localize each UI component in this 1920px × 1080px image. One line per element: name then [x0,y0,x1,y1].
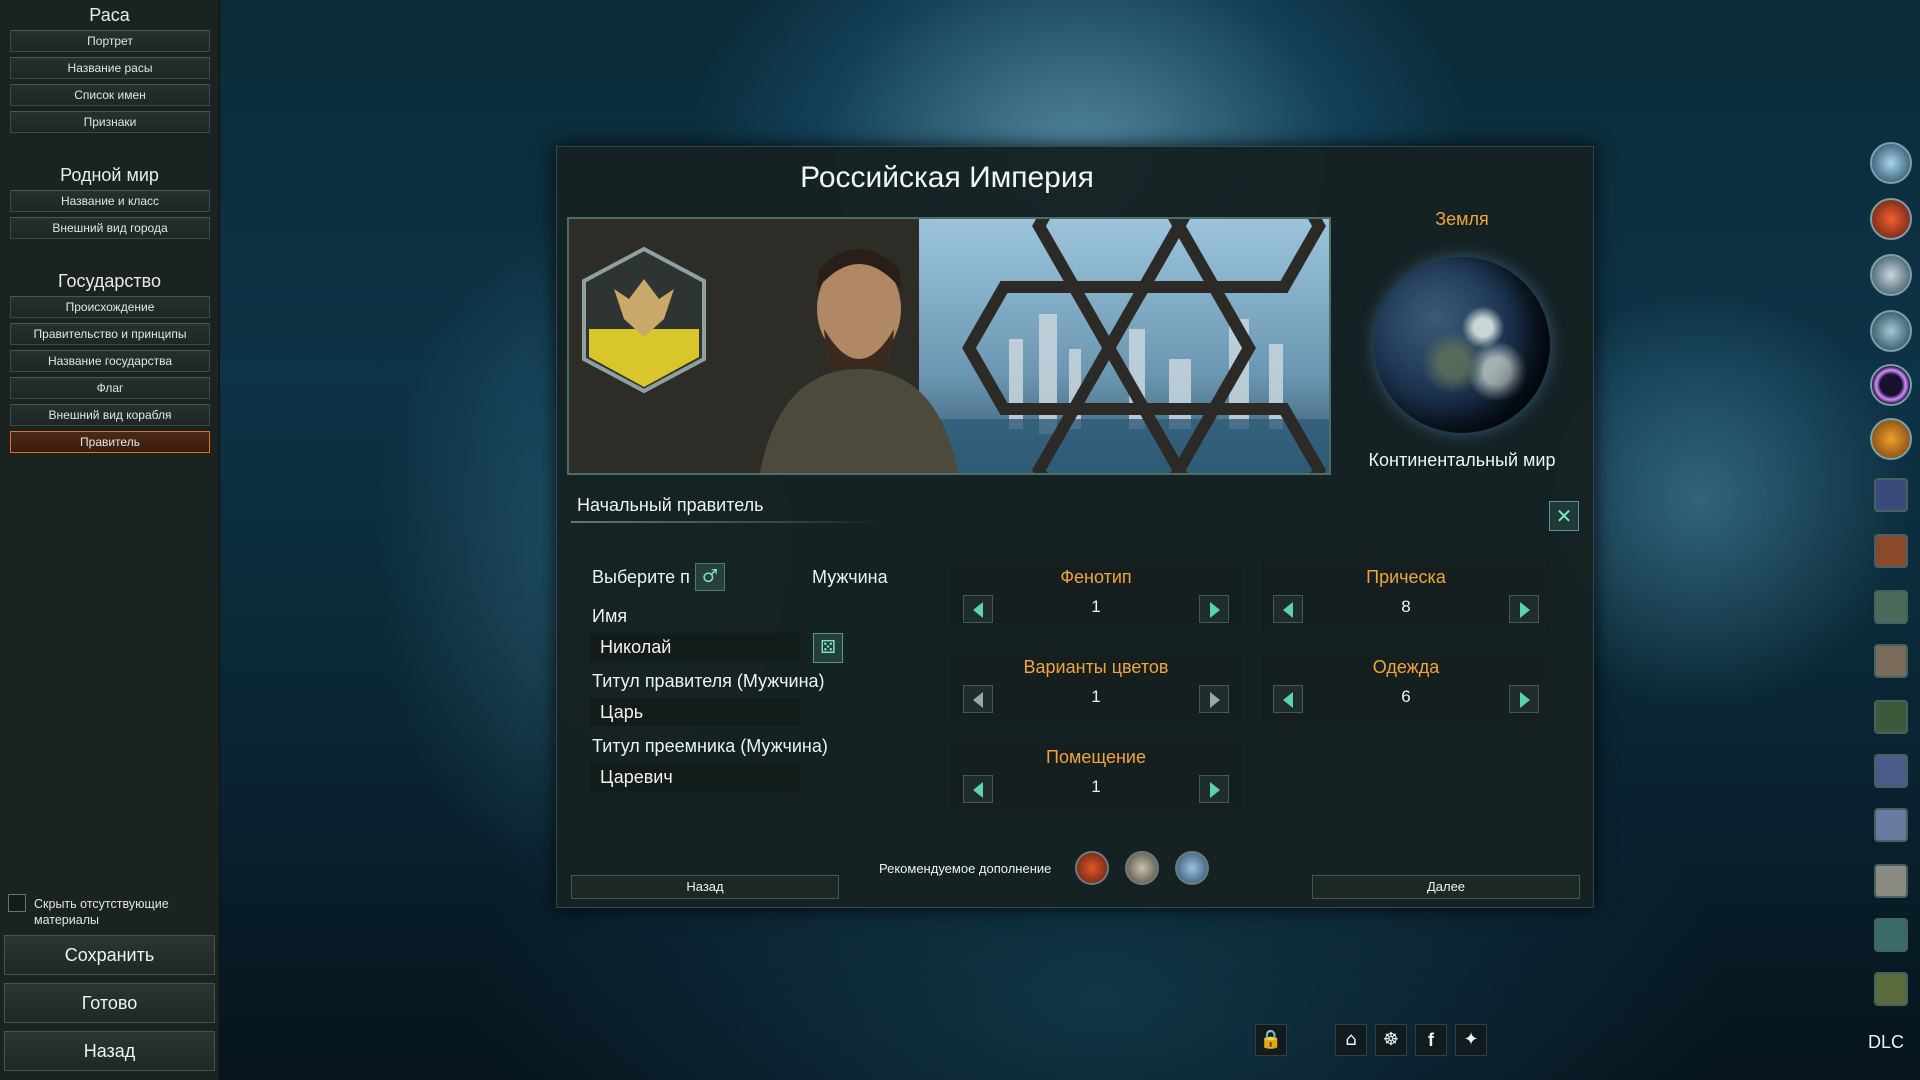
next-hairstyle-button[interactable] [1509,595,1539,623]
home-icon[interactable]: ⌂ [1335,1024,1367,1056]
selector-value: 6 [1401,687,1411,706]
species-pack-icon-7[interactable] [1874,808,1908,842]
section-title-species: Раса [89,5,130,25]
planet-name: Земля [1435,209,1489,229]
planet-class: Континентальный мир [1368,450,1556,470]
heir-title-label: Титул преемника (Мужчина) [592,736,828,756]
hide-missing-label: Скрыть отсутствующие материалы [34,897,169,927]
species-pack-icon-3[interactable] [1874,590,1908,624]
sidebar-item-flag[interactable]: Флаг [10,377,210,399]
gender-value: Мужчина [812,567,888,587]
lock-icon[interactable]: 🔒 [1255,1024,1287,1056]
gender-toggle-button[interactable]: ♂ [695,563,725,591]
sidebar-item-portrait[interactable]: Портрет [10,30,210,52]
dice-icon: ⚄ [820,637,836,658]
close-icon: ✕ [1555,504,1573,528]
sidebar: Раса Портрет Название расы Список имен П… [0,0,220,1080]
sidebar-section-empire: Государство Происхождение Правительство … [0,266,219,453]
selector-title: Помещение [1046,747,1146,767]
species-pack-icon-6[interactable] [1874,754,1908,788]
color-variant-selector: Варианты цветов 1 [951,651,1241,721]
dlc-icon-5[interactable] [1870,364,1912,406]
twitter-icon[interactable]: ✦ [1455,1024,1487,1056]
sidebar-item-empire-name[interactable]: Название государства [10,350,210,372]
save-button[interactable]: Сохранить [4,935,215,975]
facebook-icon[interactable]: f [1415,1024,1447,1056]
sidebar-item-origin[interactable]: Происхождение [10,296,210,318]
sidebar-back-button[interactable]: Назад [4,1031,215,1071]
empire-creation-panel: Российская Империя Земля Континентальный… [556,146,1594,908]
selector-value: 1 [1091,597,1101,616]
dlc-leviathans-icon[interactable] [1075,851,1109,885]
species-pack-icon-1[interactable] [1874,478,1908,512]
section-title-homeworld: Родной мир [60,165,159,185]
sidebar-item-species-name[interactable]: Название расы [10,57,210,79]
dlc-humanoids-icon[interactable] [1125,851,1159,885]
dlc-icon-2[interactable] [1870,198,1912,240]
species-pack-icon-9[interactable] [1874,918,1908,952]
sidebar-section-species: Раса Портрет Название расы Список имен П… [0,0,219,133]
sidebar-section-homeworld: Родной мир Название и класс Внешний вид … [0,160,219,239]
hide-missing-toggle[interactable]: Скрыть отсутствующие материалы [8,894,213,928]
name-field[interactable]: Николай [590,633,800,661]
species-pack-icon-8[interactable] [1874,864,1908,898]
close-button[interactable]: ✕ [1549,501,1579,531]
selector-title: Фенотип [1060,567,1132,587]
next-phenotype-button[interactable] [1199,595,1229,623]
sidebar-item-traits[interactable]: Признаки [10,111,210,133]
selector-title: Варианты цветов [1023,657,1169,677]
dlc-utopia-icon[interactable] [1175,851,1209,885]
selector-title: Одежда [1372,657,1440,677]
sidebar-item-ruler[interactable]: Правитель [10,431,210,453]
next-room-button[interactable] [1199,775,1229,803]
ruler-banner [567,217,1331,475]
species-pack-icon-4[interactable] [1874,644,1908,678]
section-title-empire: Государство [57,271,162,291]
ruler-title-field[interactable]: Царь [590,698,800,726]
back-button[interactable]: Назад [571,875,839,899]
clothes-selector: Одежда 6 [1261,651,1551,721]
phenotype-selector: Фенотип 1 [951,561,1241,631]
heir-title-field[interactable]: Царевич [590,763,800,791]
sidebar-item-government-ethics[interactable]: Правительство и принципы [10,323,210,345]
species-pack-icon-2[interactable] [1874,534,1908,568]
dlc-icon-3[interactable] [1870,254,1912,296]
next-clothes-button[interactable] [1509,685,1539,713]
species-pack-icon-5[interactable] [1874,700,1908,734]
male-gender-icon: ♂ [701,566,719,587]
ruler-title-label: Титул правителя (Мужчина) [592,671,825,691]
done-button[interactable]: Готово [4,983,215,1023]
paradox-icon[interactable]: ☸ [1375,1024,1407,1056]
homeworld-planet-image [1374,257,1550,433]
name-label: Имя [592,606,628,626]
sidebar-item-city-appearance[interactable]: Внешний вид города [10,217,210,239]
random-name-button[interactable]: ⚄ [813,633,843,663]
species-pack-icon-10[interactable] [1874,972,1908,1006]
ruler-banner-art [569,219,1329,473]
empire-name-title: Российская Империя [800,161,1094,194]
ruler-section-title: Начальный правитель [577,495,764,515]
sidebar-item-ship-appearance[interactable]: Внешний вид корабля [10,404,210,426]
gender-prompt: Выберите п [592,567,690,587]
room-selector: Помещение 1 [951,741,1241,811]
title-underline [571,521,881,523]
dlc-icon-4[interactable] [1870,310,1912,352]
dlc-icon-1[interactable] [1870,142,1912,184]
hairstyle-selector: Прическа 8 [1261,561,1551,631]
next-color-variant-button[interactable] [1199,685,1229,713]
hide-missing-checkbox[interactable] [8,894,26,912]
selector-title: Прическа [1366,567,1446,587]
sidebar-item-name-list[interactable]: Список имен [10,84,210,106]
dlc-icon-6[interactable] [1870,418,1912,460]
selector-value: 1 [1091,777,1101,796]
selector-value: 8 [1401,597,1411,616]
selector-value: 1 [1091,687,1101,706]
dlc-label: DLC [1868,1032,1905,1052]
sidebar-item-planet-name-class[interactable]: Название и класс [10,190,210,212]
next-button[interactable]: Далее [1312,875,1580,899]
recommended-dlc-label: Рекомендуемое дополнение [879,861,1052,876]
